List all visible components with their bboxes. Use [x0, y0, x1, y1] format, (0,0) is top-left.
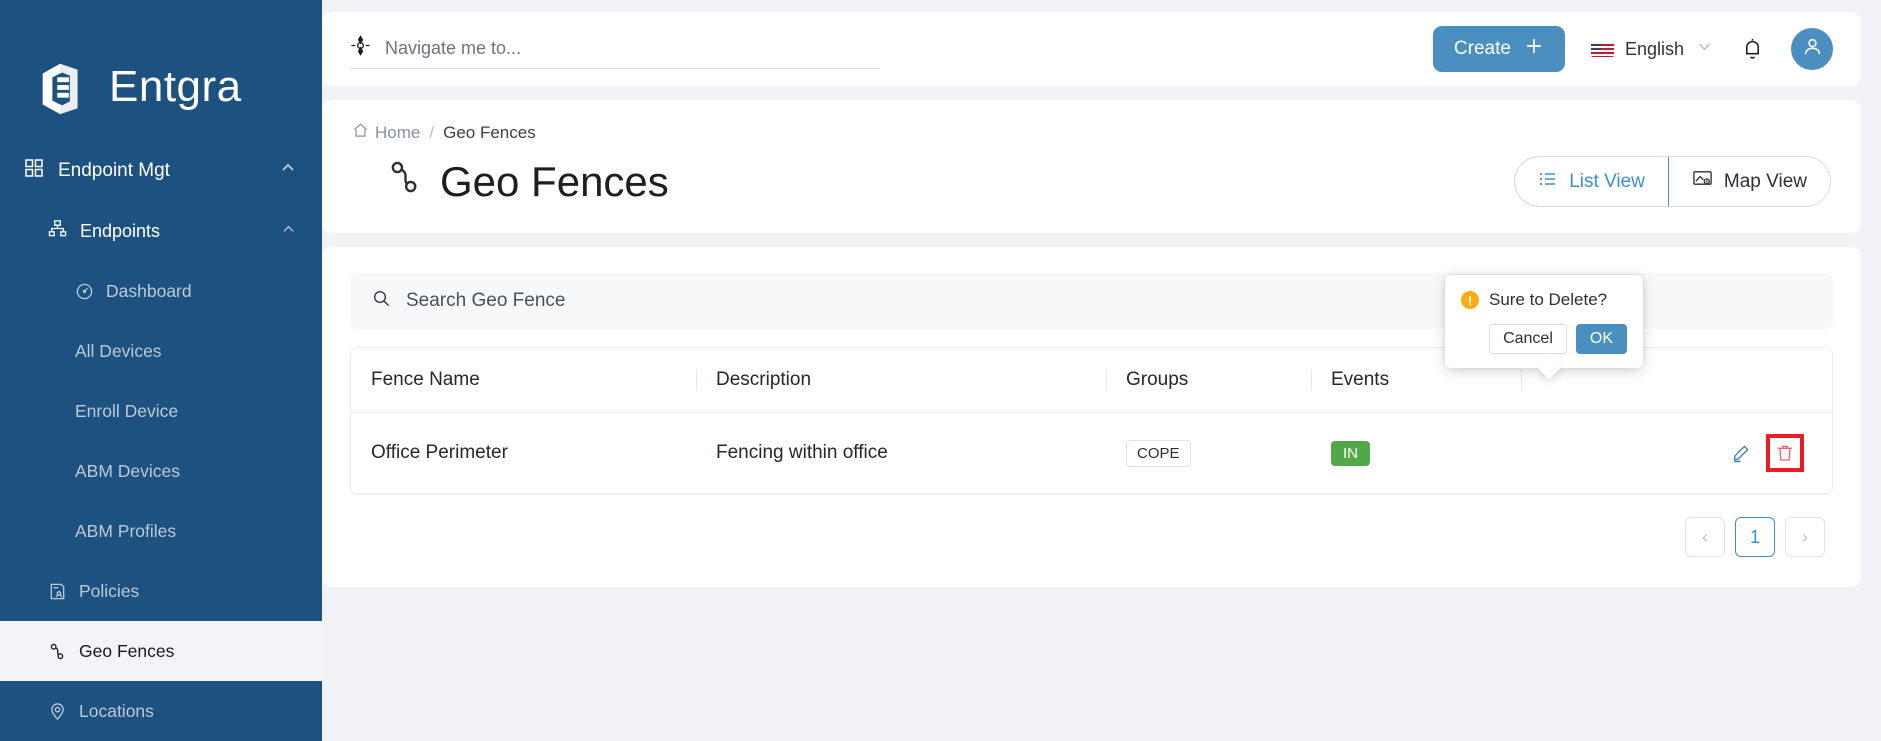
- column-header-fence-name: Fence Name: [351, 348, 696, 413]
- delete-confirm-actions: Cancel OK: [1461, 324, 1627, 354]
- cancel-button[interactable]: Cancel: [1489, 324, 1567, 354]
- group-chip: COPE: [1126, 439, 1191, 467]
- view-toggle: List View Map View: [1514, 156, 1831, 207]
- breadcrumb-home-label: Home: [375, 123, 421, 142]
- chevron-up-icon: [281, 221, 296, 242]
- sidebar-item-label: All Devices: [75, 340, 162, 361]
- sidebar: Entgra Endpoint Mgt Endpoints Dashboard …: [0, 0, 322, 741]
- sidebar-nav: Endpoint Mgt Endpoints Dashboard All Dev…: [0, 141, 322, 741]
- create-button[interactable]: Create: [1432, 26, 1565, 72]
- column-header-description: Description: [696, 348, 1106, 413]
- sidebar-item-label: Dashboard: [106, 280, 192, 301]
- cell-events: IN: [1311, 412, 1521, 494]
- sidebar-item-dashboard[interactable]: Dashboard: [0, 261, 322, 321]
- tab-list-view[interactable]: List View: [1515, 157, 1669, 206]
- bell-icon[interactable]: [1740, 37, 1765, 62]
- row-actions: [1726, 434, 1804, 472]
- app-root: Entgra Endpoint Mgt Endpoints Dashboard …: [0, 0, 1881, 741]
- sidebar-item-label: Locations: [79, 700, 154, 721]
- main-area: Create English: [322, 0, 1881, 741]
- warning-icon: !: [1461, 291, 1479, 309]
- page-title-text: Geo Fences: [440, 157, 669, 205]
- column-header-groups: Groups: [1106, 348, 1311, 413]
- brand-logo[interactable]: Entgra: [0, 0, 322, 141]
- page-title: Geo Fences: [352, 158, 669, 206]
- ok-button[interactable]: OK: [1575, 324, 1627, 354]
- location-pin-icon: [48, 702, 67, 721]
- pagination-prev[interactable]: ‹: [1685, 517, 1725, 557]
- pencil-icon[interactable]: [1726, 438, 1756, 468]
- entgra-logo-icon: [42, 63, 78, 114]
- cell-fence-name: Office Perimeter: [351, 412, 696, 494]
- top-bar-actions: Create English: [1432, 26, 1833, 72]
- sidebar-item-all-devices[interactable]: All Devices: [0, 321, 322, 381]
- sidebar-group-label: Endpoint Mgt: [58, 160, 170, 181]
- user-avatar-icon: [1801, 35, 1824, 63]
- sidebar-item-abm-devices[interactable]: ABM Devices: [0, 441, 322, 501]
- language-label: English: [1624, 38, 1684, 59]
- home-icon: [352, 122, 369, 144]
- cell-actions: [1521, 412, 1832, 494]
- status-badge: IN: [1331, 440, 1370, 466]
- page-header-card: Home / Geo Fences Geo Fences List View M…: [322, 100, 1861, 233]
- sidebar-group-endpoint-mgt[interactable]: Endpoint Mgt: [0, 141, 322, 201]
- pagination-page-1[interactable]: 1: [1735, 517, 1775, 557]
- navigate-search[interactable]: [350, 35, 880, 69]
- sidebar-section-label: Endpoints: [80, 220, 161, 241]
- content-card: Fence Name Description Groups Events Off…: [322, 247, 1861, 587]
- cell-description: Fencing within office: [696, 412, 1106, 494]
- search-icon: [372, 289, 391, 313]
- pagination-next[interactable]: ›: [1785, 517, 1825, 557]
- sidebar-item-abm-profiles[interactable]: ABM Profiles: [0, 501, 322, 561]
- sidebar-item-geo-fences[interactable]: Geo Fences: [0, 621, 322, 681]
- us-flag-icon: [1590, 41, 1614, 57]
- tab-list-view-label: List View: [1569, 170, 1645, 192]
- grid-icon: [24, 158, 44, 184]
- gauge-icon: [75, 282, 94, 301]
- delete-confirm-popover: ! Sure to Delete? Cancel OK: [1445, 275, 1643, 368]
- policy-doc-icon: [48, 582, 67, 601]
- breadcrumb: Home / Geo Fences: [352, 122, 1831, 144]
- chevron-down-icon: [1695, 37, 1714, 61]
- sidebar-section-endpoints[interactable]: Endpoints: [0, 201, 322, 261]
- breadcrumb-separator: /: [429, 123, 435, 142]
- sidebar-item-label: Geo Fences: [79, 640, 175, 661]
- sidebar-item-label: Enroll Device: [75, 400, 179, 421]
- avatar[interactable]: [1791, 28, 1833, 70]
- sidebar-item-enroll-device[interactable]: Enroll Device: [0, 381, 322, 441]
- language-selector[interactable]: English: [1590, 37, 1714, 61]
- pagination: ‹ 1 ›: [350, 495, 1833, 561]
- plus-icon: [1524, 36, 1544, 62]
- create-button-label: Create: [1453, 38, 1511, 59]
- chevron-up-icon: [280, 160, 296, 182]
- table-row: Office Perimeter Fencing within office C…: [351, 412, 1832, 494]
- sidebar-item-label: ABM Profiles: [75, 520, 177, 541]
- title-row: Geo Fences List View Map View: [352, 156, 1831, 207]
- breadcrumb-current[interactable]: Geo Fences: [443, 123, 536, 143]
- top-bar: Create English: [322, 12, 1861, 86]
- sidebar-item-locations[interactable]: Locations: [0, 681, 322, 741]
- geo-fences-table: Fence Name Description Groups Events Off…: [350, 347, 1833, 495]
- delete-confirm-message-row: ! Sure to Delete?: [1461, 290, 1627, 310]
- crosshair-icon: [350, 35, 371, 61]
- cell-groups: COPE: [1106, 412, 1311, 494]
- map-icon: [1692, 168, 1713, 195]
- brand-name: Entgra: [109, 61, 242, 111]
- sidebar-item-label: ABM Devices: [75, 460, 181, 481]
- breadcrumb-home[interactable]: Home: [352, 122, 420, 144]
- delete-confirm-message: Sure to Delete?: [1489, 290, 1608, 309]
- sitemap-icon: [48, 219, 67, 243]
- geofence-icon: [48, 642, 67, 661]
- trash-icon[interactable]: [1766, 434, 1804, 472]
- tab-map-view-label: Map View: [1723, 170, 1807, 192]
- sidebar-item-policies[interactable]: Policies: [0, 561, 322, 621]
- tab-map-view[interactable]: Map View: [1668, 157, 1830, 206]
- search-input[interactable]: [385, 38, 880, 61]
- sidebar-item-label: Policies: [79, 580, 140, 601]
- list-icon: [1538, 169, 1558, 195]
- geofence-icon: [386, 158, 424, 206]
